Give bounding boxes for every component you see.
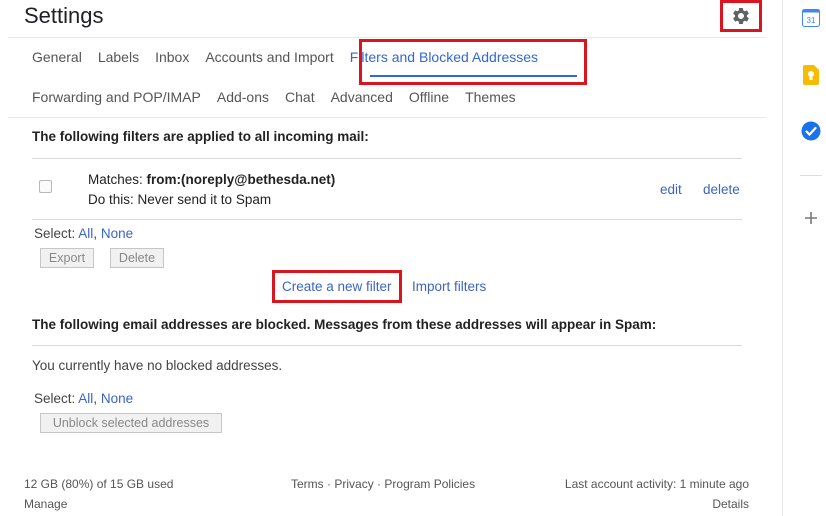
keep-icon[interactable] bbox=[803, 65, 819, 90]
filter-matches-value: from:(noreply@bethesda.net) bbox=[146, 172, 336, 187]
filters-select-separator: , bbox=[93, 226, 98, 241]
filters-select: Select: All, None bbox=[34, 226, 133, 241]
filter-matches-label: Matches: bbox=[88, 172, 143, 187]
settings-main: Settings General Labels Inbox Accounts a… bbox=[0, 0, 766, 516]
program-policies-link[interactable]: Program Policies bbox=[384, 477, 475, 491]
tab-general[interactable]: General bbox=[32, 49, 82, 65]
blocked-select-none[interactable]: None bbox=[101, 391, 133, 406]
footer-separator: · bbox=[377, 477, 382, 491]
blocked-empty-message: You currently have no blocked addresses. bbox=[32, 358, 283, 373]
blocked-select-label: Select: bbox=[34, 391, 76, 406]
footer-separator: · bbox=[327, 477, 332, 491]
unblock-button[interactable]: Unblock selected addresses bbox=[40, 413, 222, 433]
calendar-date: 31 bbox=[807, 16, 816, 25]
active-tab-highlight bbox=[359, 39, 587, 85]
filters-select-all[interactable]: All bbox=[78, 226, 93, 241]
filter-delete-link[interactable]: delete bbox=[703, 182, 740, 197]
tabs-divider bbox=[8, 117, 766, 118]
filter-action: Do this: Never send it to Spam bbox=[88, 192, 272, 207]
tab-inbox[interactable]: Inbox bbox=[155, 49, 189, 65]
settings-tabs-row2: Forwarding and POP/IMAP Add-ons Chat Adv… bbox=[32, 89, 532, 105]
page-title: Settings bbox=[24, 3, 104, 28]
blocked-select-all[interactable]: All bbox=[78, 391, 93, 406]
tab-offline[interactable]: Offline bbox=[409, 89, 449, 105]
filters-select-none[interactable]: None bbox=[101, 226, 133, 241]
tab-advanced[interactable]: Advanced bbox=[331, 89, 393, 105]
blocked-divider bbox=[32, 345, 742, 346]
side-panel: 31 bbox=[782, 0, 826, 516]
blocked-select-separator: , bbox=[93, 391, 98, 406]
storage-usage: 12 GB (80%) of 15 GB used bbox=[24, 477, 174, 491]
filters-heading: The following filters are applied to all… bbox=[32, 129, 369, 144]
filters-select-label: Select: bbox=[34, 226, 76, 241]
activity-details-link[interactable]: Details bbox=[712, 497, 749, 511]
blocked-heading: The following email addresses are blocke… bbox=[32, 317, 657, 332]
filters-top-divider bbox=[32, 158, 742, 159]
manage-storage-link[interactable]: Manage bbox=[24, 497, 67, 511]
filter-matches: Matches: from:(noreply@bethesda.net) bbox=[88, 172, 335, 187]
export-button[interactable]: Export bbox=[40, 248, 94, 268]
filters-bottom-divider bbox=[32, 219, 742, 220]
delete-button[interactable]: Delete bbox=[110, 248, 164, 268]
gear-icon bbox=[733, 7, 749, 24]
last-account-activity: Last account activity: 1 minute ago bbox=[564, 477, 749, 491]
privacy-link[interactable]: Privacy bbox=[334, 477, 373, 491]
tasks-icon[interactable] bbox=[801, 121, 821, 146]
tab-accounts-and-import[interactable]: Accounts and Import bbox=[205, 49, 333, 65]
add-icon[interactable] bbox=[804, 211, 818, 230]
tab-add-ons[interactable]: Add-ons bbox=[217, 89, 269, 105]
tab-forwarding-pop-imap[interactable]: Forwarding and POP/IMAP bbox=[32, 89, 201, 105]
tab-labels[interactable]: Labels bbox=[98, 49, 139, 65]
side-panel-divider bbox=[800, 175, 822, 176]
tab-chat[interactable]: Chat bbox=[285, 89, 315, 105]
title-divider bbox=[8, 37, 766, 38]
import-filters-link[interactable]: Import filters bbox=[412, 279, 486, 294]
calendar-icon[interactable]: 31 bbox=[802, 9, 820, 32]
filter-checkbox[interactable] bbox=[39, 180, 52, 193]
create-filter-highlight bbox=[272, 270, 402, 303]
terms-link[interactable]: Terms bbox=[291, 477, 324, 491]
filter-edit-link[interactable]: edit bbox=[660, 182, 682, 197]
settings-gear-button[interactable] bbox=[720, 0, 762, 32]
footer-links: Terms · Privacy · Program Policies bbox=[291, 477, 475, 491]
tab-themes[interactable]: Themes bbox=[465, 89, 516, 105]
blocked-select: Select: All, None bbox=[34, 391, 133, 406]
